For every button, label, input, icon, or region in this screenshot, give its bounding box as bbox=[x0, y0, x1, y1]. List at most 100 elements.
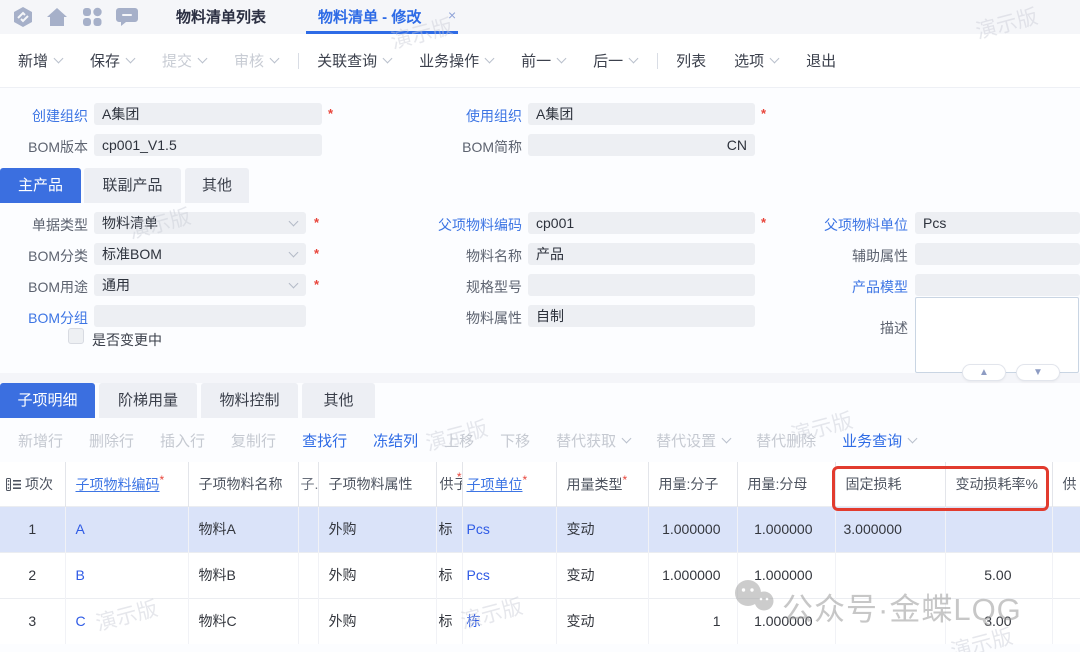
save-button[interactable]: 保存 bbox=[90, 50, 134, 71]
chevron-down-icon bbox=[485, 54, 495, 64]
material-name-field[interactable]: 产品 bbox=[528, 243, 755, 265]
bom-version-field[interactable]: cp001_V1.5 bbox=[94, 134, 322, 156]
tab-main-product[interactable]: 主产品 bbox=[0, 168, 81, 203]
bom-category-select[interactable]: 标准BOM bbox=[94, 243, 306, 265]
column-usage-type[interactable]: 用量类型* bbox=[556, 462, 648, 506]
column-child-code[interactable]: 子项物料编码* bbox=[65, 462, 188, 506]
related-query-button[interactable]: 关联查询 bbox=[317, 50, 391, 71]
close-icon[interactable]: × bbox=[448, 7, 456, 23]
column-supply2-clipped[interactable]: 供 bbox=[1052, 462, 1080, 506]
use-org-field[interactable]: A集团 bbox=[528, 103, 755, 125]
cell-name: 物料A bbox=[188, 506, 298, 552]
parent-code-field[interactable]: cp001 bbox=[528, 212, 755, 234]
bom-group-field[interactable] bbox=[94, 305, 306, 327]
column-child-name[interactable]: 子项物料名称 bbox=[188, 462, 298, 506]
freeze-column-button[interactable]: 冻结列 bbox=[373, 430, 418, 451]
substitute-get-button[interactable]: 替代获取 bbox=[556, 430, 630, 451]
bom-short-field[interactable]: CN bbox=[528, 134, 755, 156]
next-button[interactable]: 后一 bbox=[593, 50, 637, 71]
aux-attr-field[interactable] bbox=[915, 243, 1080, 265]
substitute-delete-button[interactable]: 替代删除 bbox=[756, 430, 816, 451]
insert-row-button[interactable]: 插入行 bbox=[160, 430, 205, 451]
doc-type-select[interactable]: 物料清单 bbox=[94, 212, 306, 234]
tab-other-product[interactable]: 其他 bbox=[185, 168, 249, 203]
tab-material-control[interactable]: 物料控制 bbox=[201, 383, 298, 418]
submit-button[interactable]: 提交 bbox=[162, 50, 206, 71]
column-numerator[interactable]: 用量:分子 bbox=[648, 462, 737, 506]
use-org-label[interactable]: 使用组织 bbox=[436, 106, 522, 126]
description-label: 描述 bbox=[798, 318, 908, 338]
column-denominator[interactable]: 用量:分母 bbox=[737, 462, 835, 506]
tab-detail-other[interactable]: 其他 bbox=[302, 383, 375, 418]
chevron-down-icon bbox=[557, 54, 567, 64]
logo-icon[interactable] bbox=[12, 7, 34, 27]
cell-fixed-loss: 3.000000 bbox=[835, 506, 945, 552]
table-row[interactable]: 1 A 物料A 外购 标 Pcs 变动 1.000000 1.000000 3.… bbox=[0, 506, 1080, 552]
cell-attr: 外购 bbox=[318, 598, 436, 644]
column-supply-clipped[interactable]: 供子* bbox=[436, 462, 462, 506]
parent-unit-label[interactable]: 父项物料单位 bbox=[798, 215, 908, 235]
spec-field[interactable] bbox=[528, 274, 755, 296]
message-icon[interactable] bbox=[116, 7, 138, 27]
column-variable-loss[interactable]: 变动损耗率% bbox=[945, 462, 1052, 506]
description-textarea[interactable] bbox=[915, 297, 1079, 373]
column-fixed-loss[interactable]: 固定损耗 bbox=[835, 462, 945, 506]
material-attr-field[interactable]: 自制 bbox=[528, 305, 755, 327]
tab-bom-list[interactable]: 物料清单列表 bbox=[176, 6, 266, 27]
exit-button[interactable]: 退出 bbox=[806, 50, 836, 71]
list-button[interactable]: 列表 bbox=[676, 50, 706, 71]
toolbar-divider bbox=[657, 53, 658, 69]
new-button[interactable]: 新增 bbox=[18, 50, 62, 71]
cell-unit-link[interactable]: Pcs bbox=[462, 506, 556, 552]
parent-code-label[interactable]: 父项物料编码 bbox=[412, 215, 522, 235]
cell-name: 物料B bbox=[188, 552, 298, 598]
create-org-label[interactable]: 创建组织 bbox=[2, 106, 88, 126]
audit-button[interactable]: 审核 bbox=[234, 50, 278, 71]
collapse-up-button[interactable]: ▲ bbox=[962, 364, 1006, 381]
column-seq[interactable]: 项次 bbox=[0, 462, 65, 506]
find-row-button[interactable]: 查找行 bbox=[302, 430, 347, 451]
substitute-set-button[interactable]: 替代设置 bbox=[656, 430, 730, 451]
table-row[interactable]: 2 B 物料B 外购 标 Pcs 变动 1.000000 1.000000 5.… bbox=[0, 552, 1080, 598]
move-down-button[interactable]: 下移 bbox=[500, 430, 530, 451]
bom-usage-select[interactable]: 通用 bbox=[94, 274, 306, 296]
cell-code-link[interactable]: B bbox=[65, 552, 188, 598]
home-icon[interactable] bbox=[46, 7, 68, 27]
options-button[interactable]: 选项 bbox=[734, 50, 778, 71]
column-child-unit[interactable]: 子项单位* bbox=[462, 462, 556, 506]
move-up-button[interactable]: 上移 bbox=[444, 430, 474, 451]
bom-version-label: BOM版本 bbox=[2, 137, 88, 157]
business-operation-button[interactable]: 业务操作 bbox=[419, 50, 493, 71]
tab-co-product[interactable]: 联副产品 bbox=[84, 168, 181, 203]
product-model-label[interactable]: 产品模型 bbox=[798, 277, 908, 297]
business-query-button[interactable]: 业务查询 bbox=[842, 430, 916, 451]
cell-unit-link[interactable]: Pcs bbox=[462, 552, 556, 598]
cell-usage-type: 变动 bbox=[556, 552, 648, 598]
delete-row-button[interactable]: 删除行 bbox=[89, 430, 134, 451]
previous-button[interactable]: 前一 bbox=[521, 50, 565, 71]
copy-row-button[interactable]: 复制行 bbox=[231, 430, 276, 451]
cell-code-link[interactable]: C bbox=[65, 598, 188, 644]
cell-variable-loss: 3.00 bbox=[945, 598, 1052, 644]
required-mark: * bbox=[314, 246, 319, 261]
cell-numerator: 1 bbox=[648, 598, 737, 644]
cell-fixed-loss bbox=[835, 552, 945, 598]
table-row[interactable]: 3 C 物料C 外购 标 栋 变动 1 1.000000 3.00 bbox=[0, 598, 1080, 644]
bom-group-label[interactable]: BOM分组 bbox=[2, 308, 88, 328]
create-org-field[interactable]: A集团 bbox=[94, 103, 322, 125]
column-child-attr[interactable]: 子项物料属性 bbox=[318, 462, 436, 506]
tab-step-usage[interactable]: 阶梯用量 bbox=[99, 383, 197, 418]
change-flag-checkbox[interactable] bbox=[68, 328, 84, 344]
product-model-field[interactable] bbox=[915, 274, 1080, 296]
parent-unit-field[interactable]: Pcs bbox=[915, 212, 1080, 234]
apps-icon[interactable] bbox=[81, 7, 103, 27]
bom-edit-window: 物料清单列表 物料清单 - 修改 × 新增 保存 提交 审核 关联查询 业务操作… bbox=[0, 0, 1080, 652]
column-clipped[interactable]: 子.. bbox=[298, 462, 318, 506]
cell-unit-link[interactable]: 栋 bbox=[462, 598, 556, 644]
tab-child-detail[interactable]: 子项明细 bbox=[0, 383, 95, 418]
tab-bom-edit[interactable]: 物料清单 - 修改 bbox=[318, 6, 421, 27]
cell-code-link[interactable]: A bbox=[65, 506, 188, 552]
add-row-button[interactable]: 新增行 bbox=[18, 430, 63, 451]
cell-attr: 外购 bbox=[318, 506, 436, 552]
collapse-down-button[interactable]: ▼ bbox=[1016, 364, 1060, 381]
